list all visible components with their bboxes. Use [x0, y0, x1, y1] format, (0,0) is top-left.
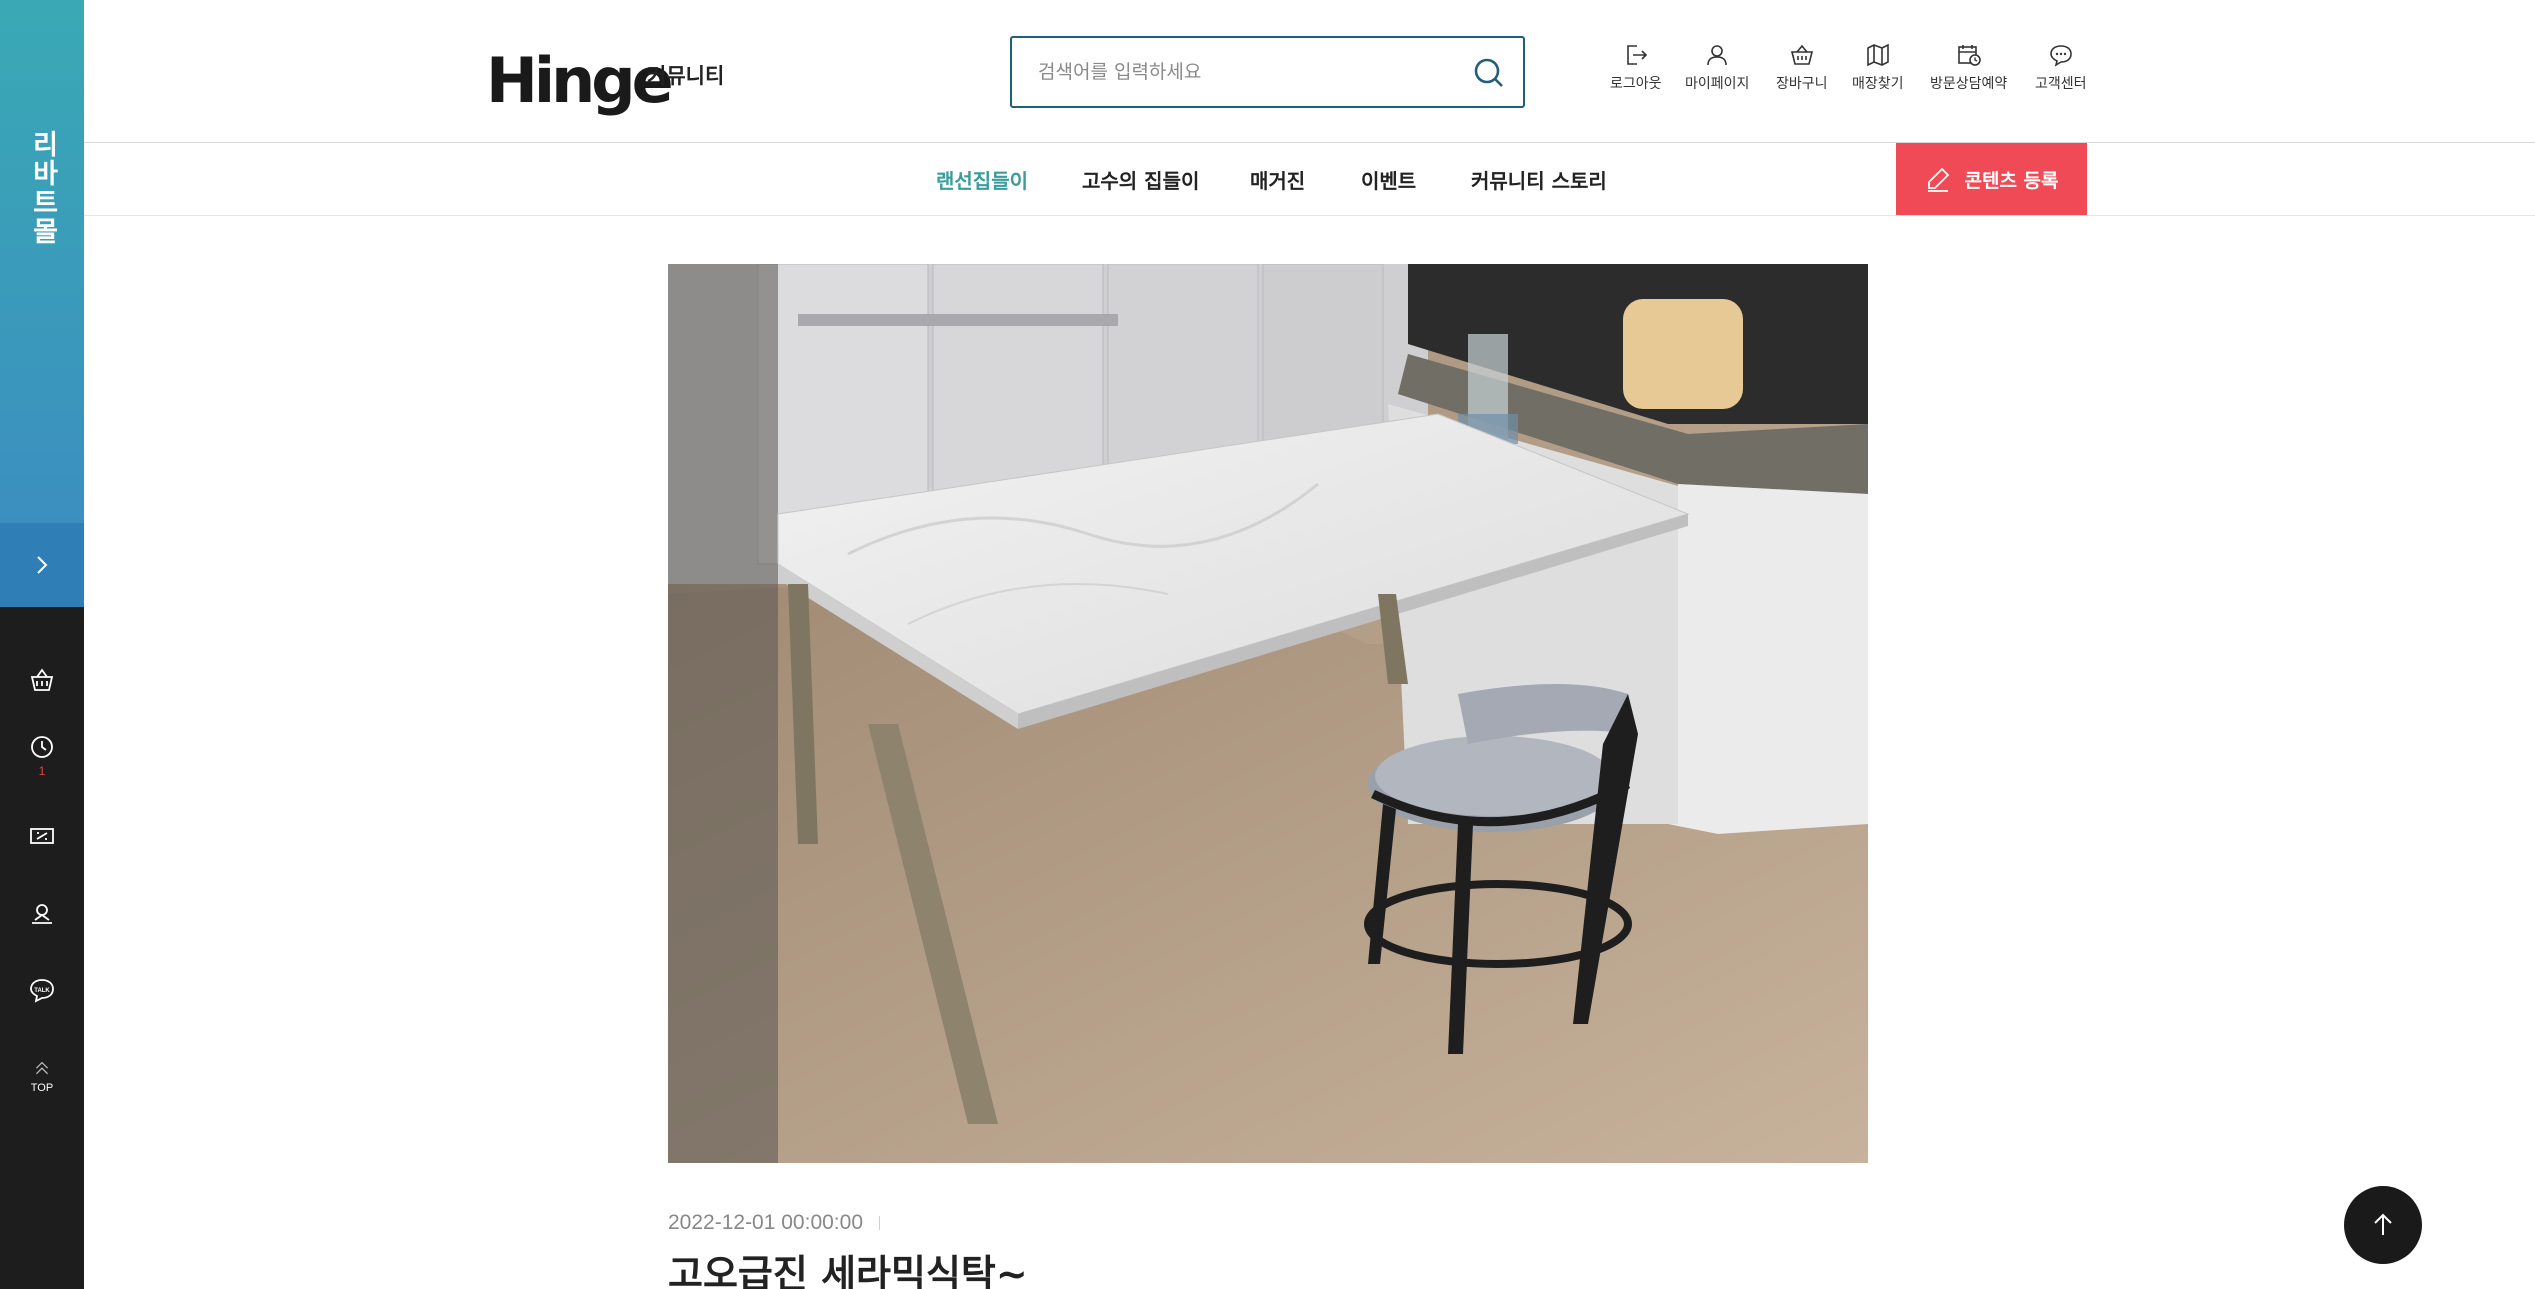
visit-booking-button[interactable]: 방문상담예약: [1930, 42, 2007, 93]
logo-prefix: Hi: [486, 43, 555, 117]
search-icon[interactable]: [1471, 55, 1507, 91]
nav-item-community-story[interactable]: 커뮤니티 스토리: [1471, 165, 1607, 194]
sidebar-store-button[interactable]: [0, 883, 84, 943]
cart-button[interactable]: 장바구니: [1776, 42, 1828, 93]
mypage-button[interactable]: 마이페이지: [1685, 42, 1749, 93]
customer-center-label: 고객센터: [2035, 76, 2087, 92]
clock-icon: [31, 736, 53, 758]
scroll-top-button[interactable]: [2344, 1186, 2422, 1264]
sidebar-recent-button[interactable]: 1: [0, 720, 84, 790]
sidebar-toggle-button[interactable]: [0, 523, 84, 607]
coupon-icon: [30, 828, 54, 844]
sidebar-top-button[interactable]: TOP: [0, 1040, 84, 1110]
store-finder-label: 매장찾기: [1852, 76, 1904, 92]
sidebar-basket-button[interactable]: [0, 650, 84, 710]
customer-center-button[interactable]: 고객센터: [2035, 42, 2087, 93]
chevron-right-icon: [37, 556, 48, 574]
visit-booking-label: 방문상담예약: [1930, 76, 2008, 92]
logout-icon: [1626, 45, 1647, 65]
talk-icon: TALK: [30, 979, 54, 1003]
svg-text:TALK: TALK: [34, 988, 50, 994]
dining-table-photo: [668, 264, 1868, 1163]
store-location-icon: [32, 904, 52, 924]
nav-item-event[interactable]: 이벤트: [1361, 165, 1416, 194]
double-chevron-up-icon: [35, 1061, 49, 1074]
basket-icon: [1790, 44, 1813, 65]
logout-label: 로그아웃: [1610, 76, 1662, 92]
logout-button[interactable]: 로그아웃: [1610, 42, 1662, 93]
category-nav: 랜선집들이 고수의 집들이 매거진 이벤트 커뮤니티 스토리 콘텐츠 등록: [84, 143, 2535, 216]
pencil-icon: [1928, 167, 1950, 192]
nav-item-magazine[interactable]: 매거진: [1250, 165, 1305, 194]
map-icon: [1866, 43, 1889, 67]
search-box: [1010, 36, 1525, 108]
site-header: Hinge 커뮤니티 로그아웃 마이페이지 장바구니 매장찾기 방문상담예약 고…: [84, 0, 2535, 143]
logo-wordmark: Hinge: [486, 43, 674, 117]
post-date: 2022-12-01 00:00:00: [668, 1211, 863, 1234]
community-label[interactable]: 커뮤니티: [647, 60, 724, 90]
hinge-logo[interactable]: Hinge: [486, 38, 674, 122]
livart-mall-banner[interactable]: 리바트몰: [0, 0, 84, 523]
arrow-up-icon: [2374, 1213, 2392, 1235]
livart-mall-label: 리바트몰: [27, 130, 58, 246]
chat-icon: [2049, 45, 2072, 67]
search-input[interactable]: [1038, 61, 1458, 83]
nav-item-lan-housewarming[interactable]: 랜선집들이: [936, 165, 1028, 194]
logo-mid: n: [551, 43, 595, 117]
calendar-clock-icon: [1957, 45, 1981, 66]
meta-divider: [879, 1216, 880, 1230]
sidebar-coupon-button[interactable]: [0, 806, 84, 866]
store-finder-button[interactable]: 매장찾기: [1852, 42, 1904, 93]
cart-label: 장바구니: [1776, 76, 1828, 92]
quick-sidebar: 리바트몰 1 TALK TOP: [0, 0, 84, 1289]
top-label: TOP: [30, 1081, 54, 1094]
post-title: 고오급진 세라믹식탁~: [668, 1252, 1028, 1289]
sidebar-talk-button[interactable]: TALK: [0, 960, 84, 1020]
content-register-label: 콘텐츠 등록: [1964, 169, 2059, 192]
mypage-label: 마이페이지: [1685, 76, 1750, 92]
nav-item-expert-housewarming[interactable]: 고수의 집들이: [1082, 165, 1199, 194]
recent-count-badge: 1: [38, 764, 46, 778]
basket-icon: [30, 668, 54, 691]
content-register-button[interactable]: 콘텐츠 등록: [1896, 143, 2087, 215]
post-main-photo: [668, 264, 1868, 1163]
user-icon: [1707, 45, 1728, 66]
